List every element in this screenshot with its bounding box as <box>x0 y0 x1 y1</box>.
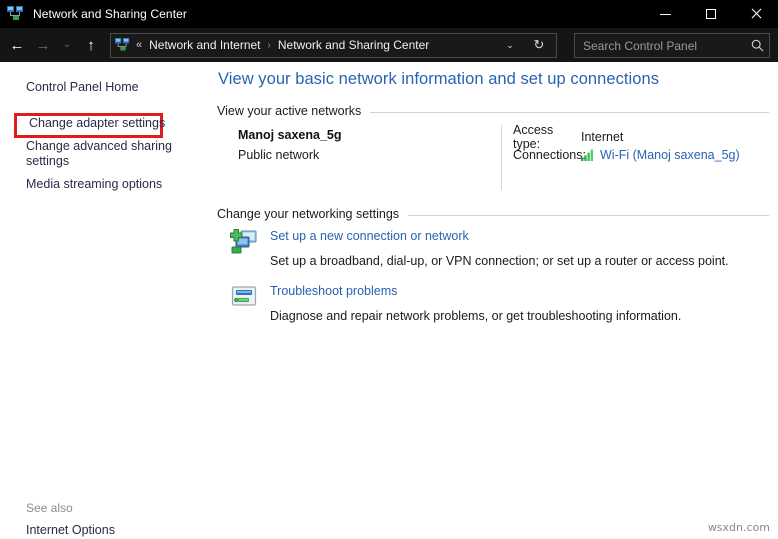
troubleshoot-icon <box>230 283 258 311</box>
active-network-name: Manoj saxena_5g <box>238 128 342 142</box>
new-connection-icon <box>230 228 258 256</box>
breadcrumb-separator-icon: › <box>268 40 271 51</box>
task-description-set-up-new-connection: Set up a broadband, dial-up, or VPN conn… <box>270 254 729 268</box>
network-sharing-center-window: Network and Sharing Center ← → ⌄ ↑ <box>0 0 778 539</box>
task-set-up-new-connection[interactable]: Set up a new connection or network Set u… <box>230 227 729 268</box>
section-rule <box>408 215 769 216</box>
task-title-set-up-new-connection[interactable]: Set up a new connection or network <box>270 229 469 243</box>
access-type-value: Internet <box>581 130 623 144</box>
maximize-button[interactable] <box>688 0 733 28</box>
section-header-networking-settings: Change your networking settings <box>217 207 769 221</box>
breadcrumb-item-network-and-internet[interactable]: Network and Internet <box>149 38 260 52</box>
active-network-type: Public network <box>238 148 342 162</box>
breadcrumb-network-icon <box>115 38 131 52</box>
sidebar-item-media-streaming-options[interactable]: Media streaming options <box>26 177 162 192</box>
sidebar: Control Panel Home Change adapter settin… <box>0 62 208 539</box>
see-also-label: See also <box>26 501 73 515</box>
connections-link-wifi[interactable]: Wi-Fi (Manoj saxena_5g) <box>600 148 740 162</box>
content-area: Control Panel Home Change adapter settin… <box>0 62 778 539</box>
address-bar[interactable]: « Network and Internet › Network and Sha… <box>110 33 557 58</box>
main-pane: View your basic network information and … <box>208 62 778 539</box>
task-text: Set up a new connection or network Set u… <box>270 227 729 268</box>
detail-row-access-type: Access type: Internet <box>513 128 740 146</box>
section-title-active-networks: View your active networks <box>217 104 361 118</box>
up-icon[interactable]: ↑ <box>78 30 104 60</box>
wifi-signal-bars-icon <box>581 149 595 161</box>
close-button[interactable] <box>733 0 778 28</box>
active-network-details: Access type: Internet Connections: Wi-Fi… <box>513 128 740 164</box>
search-box[interactable] <box>574 33 770 58</box>
window-controls <box>643 0 778 28</box>
recent-locations-chevron-down-icon[interactable]: ⌄ <box>56 30 78 60</box>
network-computers-icon <box>7 6 25 22</box>
sidebar-item-change-advanced-sharing-settings[interactable]: Change advanced sharing settings <box>26 139 186 169</box>
search-icon[interactable] <box>745 39 769 52</box>
breadcrumb-overflow-icon[interactable]: « <box>136 39 142 51</box>
breadcrumb-item-network-and-sharing-center[interactable]: Network and Sharing Center <box>278 38 429 52</box>
section-header-active-networks: View your active networks <box>217 104 769 118</box>
task-description-troubleshoot-problems: Diagnose and repair network problems, or… <box>270 309 681 323</box>
address-chevron-down-icon[interactable]: ⌄ <box>500 34 520 57</box>
refresh-icon[interactable]: ↻ <box>528 34 550 57</box>
section-rule <box>370 112 769 113</box>
minimize-button[interactable] <box>643 0 688 28</box>
forward-icon[interactable]: → <box>30 30 56 60</box>
section-title-networking-settings: Change your networking settings <box>217 207 399 221</box>
navigation-bar: ← → ⌄ ↑ « Network and Internet › Netwo <box>0 28 778 62</box>
task-title-troubleshoot-problems[interactable]: Troubleshoot problems <box>270 284 397 298</box>
watermark: wsxdn.com <box>708 521 770 534</box>
page-title: View your basic network information and … <box>218 70 659 89</box>
active-network-block: Manoj saxena_5g Public network <box>238 128 342 162</box>
window-title: Network and Sharing Center <box>33 7 187 21</box>
sidebar-item-control-panel-home[interactable]: Control Panel Home <box>26 80 139 95</box>
task-troubleshoot-problems[interactable]: Troubleshoot problems Diagnose and repai… <box>230 282 681 323</box>
task-text: Troubleshoot problems Diagnose and repai… <box>270 282 681 323</box>
sidebar-item-change-adapter-settings[interactable]: Change adapter settings <box>29 116 165 131</box>
vertical-divider <box>501 125 502 190</box>
connections-label: Connections: <box>513 148 581 162</box>
back-icon[interactable]: ← <box>4 30 30 60</box>
search-input[interactable] <box>575 39 745 53</box>
access-type-label: Access type: <box>513 123 581 151</box>
detail-row-connections: Connections: Wi-Fi (Manoj saxena_5g) <box>513 146 740 164</box>
see-also-item-internet-options[interactable]: Internet Options <box>26 523 115 537</box>
title-bar: Network and Sharing Center <box>0 0 778 28</box>
